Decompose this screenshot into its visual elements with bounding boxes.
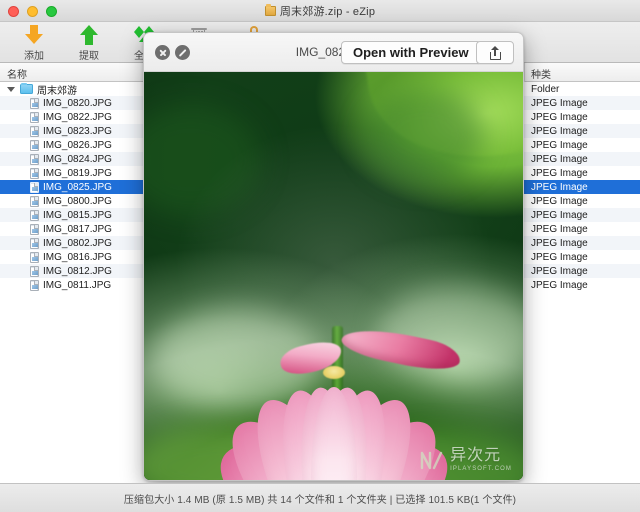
close-icon[interactable] [155,45,170,60]
quicklook-panel: IMG_0825.jpg Open with Preview 异次元 IPLAY… [143,32,524,481]
window-title-text: 周末郊游.zip - eZip [279,5,376,18]
watermark: 异次元 IPLAYSOFT.COM [419,448,512,472]
toolbar-label-extract: 提取 [79,51,99,62]
jpeg-file-icon [30,210,39,221]
file-kind: JPEG Image [531,125,588,137]
file-kind: JPEG Image [531,181,588,193]
file-name: IMG_0811.JPG [43,279,112,291]
jpeg-file-icon [30,252,39,263]
jpeg-file-icon [30,182,39,193]
file-kind: Folder [531,83,560,95]
lotus-photo: 异次元 IPLAYSOFT.COM [144,72,523,480]
column-divider[interactable] [524,63,525,82]
share-button[interactable] [476,41,514,64]
no-entry-icon[interactable] [175,45,190,60]
file-kind: JPEG Image [531,251,588,263]
file-name: IMG_0816.JPG [43,251,112,263]
watermark-en: IPLAYSOFT.COM [450,466,512,472]
toolbar-button-add[interactable]: 添加 [6,24,62,62]
folder-icon [20,83,33,94]
file-kind: JPEG Image [531,111,588,123]
share-icon [489,45,501,60]
close-window-button[interactable] [8,6,19,17]
jpeg-file-icon [30,112,39,123]
column-header-name[interactable]: 名称 [7,66,27,81]
file-name: IMG_0822.JPG [43,111,112,123]
open-with-preview-button[interactable]: Open with Preview [341,41,481,64]
file-kind: JPEG Image [531,195,588,207]
file-name: IMG_0826.JPG [43,139,112,151]
quicklook-header: IMG_0825.jpg Open with Preview [144,33,523,72]
zoom-window-button[interactable] [46,6,57,17]
minimize-window-button[interactable] [27,6,38,17]
quicklook-image-area: 异次元 IPLAYSOFT.COM [144,72,523,480]
watermark-cn: 异次元 [450,447,502,464]
arrow-up-icon [80,24,98,46]
lotus-blossom [189,137,479,480]
file-name: IMG_0817.JPG [43,223,112,235]
file-kind: JPEG Image [531,167,588,179]
traffic-lights [8,6,57,17]
jpeg-file-icon [30,266,39,277]
jpeg-file-icon [30,126,39,137]
file-name: IMG_0800.JPG [43,195,112,207]
file-name: IMG_0802.JPG [43,237,112,249]
status-bar-text: 压缩包大小 1.4 MB (原 1.5 MB) 共 14 个文件和 1 个文件夹… [123,494,517,506]
window-title: 周末郊游.zip - eZip [264,3,376,19]
column-header-kind[interactable]: 种类 [531,66,551,81]
jpeg-file-icon [30,98,39,109]
toolbar-label-add: 添加 [24,51,44,62]
watermark-logo-icon [419,449,445,471]
file-name: IMG_0820.JPG [43,97,112,109]
file-kind: JPEG Image [531,97,588,109]
jpeg-file-icon [30,280,39,291]
lotus-pistil [322,366,345,380]
file-name: 周末郊游 [37,85,77,97]
jpeg-file-icon [30,140,39,151]
file-name: IMG_0825.JPG [43,181,112,193]
file-name: IMG_0824.JPG [43,153,112,165]
window-titlebar: 周末郊游.zip - eZip [0,0,640,22]
chevron-down-icon[interactable] [7,87,15,92]
jpeg-file-icon [30,154,39,165]
file-name: IMG_0823.JPG [43,125,112,137]
jpeg-file-icon [30,168,39,179]
file-name: IMG_0812.JPG [43,265,112,277]
toolbar-button-extract[interactable]: 提取 [61,24,117,62]
file-kind: JPEG Image [531,223,588,235]
jpeg-file-icon [30,238,39,249]
ezip-window: 周末郊游.zip - eZip 添加 提取 全部 [0,0,640,512]
zip-archive-icon [264,4,276,16]
file-kind: JPEG Image [531,139,588,151]
arrow-down-icon [25,24,43,46]
file-name: IMG_0819.JPG [43,167,112,179]
jpeg-file-icon [30,196,39,207]
file-name: IMG_0815.JPG [43,209,112,221]
file-kind: JPEG Image [531,265,588,277]
file-kind: JPEG Image [531,237,588,249]
status-bar: 压缩包大小 1.4 MB (原 1.5 MB) 共 14 个文件和 1 个文件夹… [0,483,640,512]
file-kind: JPEG Image [531,153,588,165]
file-kind: JPEG Image [531,209,588,221]
file-kind: JPEG Image [531,279,588,291]
jpeg-file-icon [30,224,39,235]
